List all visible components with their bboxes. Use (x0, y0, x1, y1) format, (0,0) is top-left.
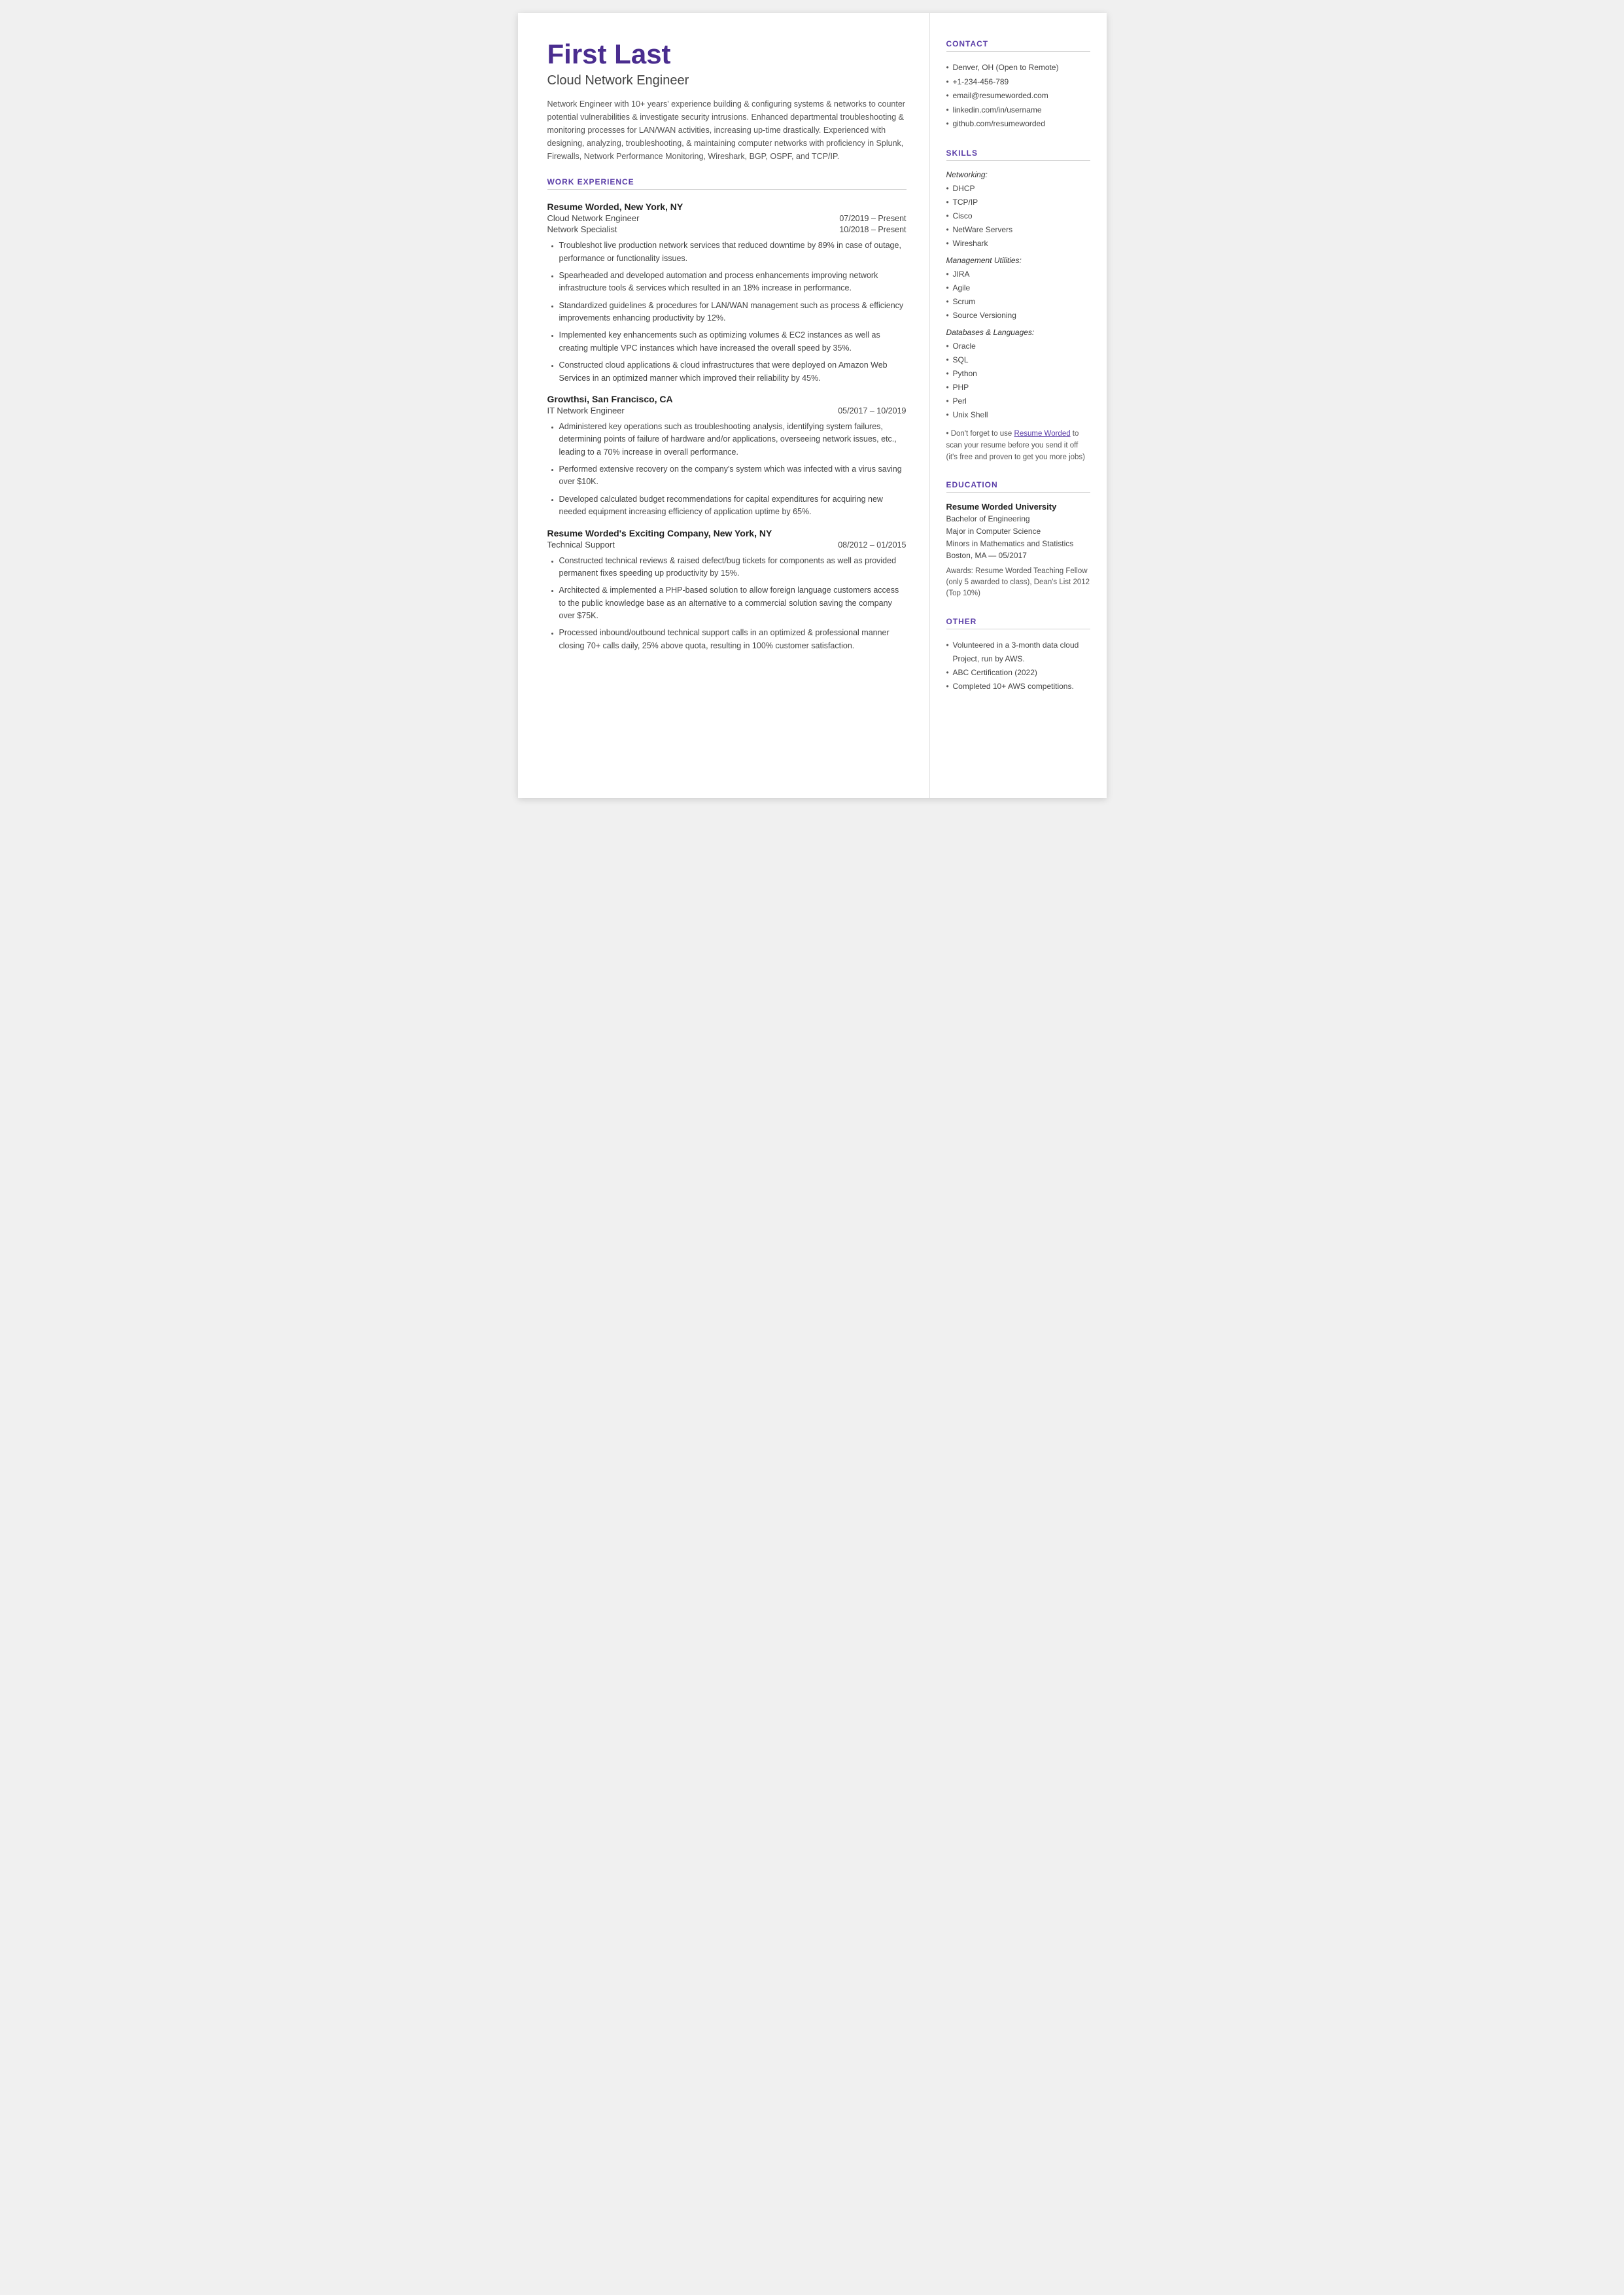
skill-unix-shell: Unix Shell (946, 408, 1090, 422)
bullet-1-5: Constructed cloud applications & cloud i… (559, 359, 907, 385)
networking-skills: DHCP TCP/IP Cisco NetWare Servers Wiresh… (946, 182, 1090, 251)
skills-section: SKILLS Networking: DHCP TCP/IP Cisco Net… (946, 149, 1090, 463)
edu-location-dates: Boston, MA — 05/2017 (946, 551, 1027, 560)
other-list: Volunteered in a 3-month data cloud Proj… (946, 639, 1090, 693)
skill-wireshark: Wireshark (946, 237, 1090, 251)
role-dates-1a: 07/2019 – Present (839, 214, 906, 223)
role-row-2a: IT Network Engineer 05/2017 – 10/2019 (547, 406, 907, 415)
bullet-1-1: Troubleshot live production network serv… (559, 239, 907, 265)
bullet-1-3: Standardized guidelines & procedures for… (559, 300, 907, 325)
role-row-3a: Technical Support 08/2012 – 01/2015 (547, 540, 907, 550)
skill-dhcp: DHCP (946, 182, 1090, 196)
role-title-1b: Network Specialist (547, 224, 617, 234)
role-row-1b: Network Specialist 10/2018 – Present (547, 224, 907, 234)
bullet-2-1: Administered key operations such as trou… (559, 421, 907, 459)
contact-email: email@resumeworded.com (946, 89, 1090, 103)
contact-location: Denver, OH (Open to Remote) (946, 61, 1090, 75)
job-title: Cloud Network Engineer (547, 73, 907, 88)
bullet-3-1: Constructed technical reviews & raised d… (559, 555, 907, 580)
contact-github: github.com/resumeworded (946, 117, 1090, 131)
edu-school-name: Resume Worded University (946, 502, 1090, 512)
other-section: OTHER Volunteered in a 3-month data clou… (946, 617, 1090, 693)
skill-cat-management: Management Utilities: (946, 256, 1090, 265)
candidate-name: First Last (547, 39, 907, 69)
skills-header: SKILLS (946, 149, 1090, 161)
role-row-1a: Cloud Network Engineer 07/2019 – Present (547, 213, 907, 223)
sidebar-column: CONTACT Denver, OH (Open to Remote) +1-2… (930, 13, 1107, 798)
bullet-3-2: Architected & implemented a PHP-based so… (559, 584, 907, 622)
company-3-name: Resume Worded's Exciting Company, New Yo… (547, 528, 907, 538)
role-dates-1b: 10/2018 – Present (839, 225, 906, 234)
role-title-1a: Cloud Network Engineer (547, 213, 640, 223)
contact-header: CONTACT (946, 39, 1090, 52)
skill-jira: JIRA (946, 268, 1090, 281)
edu-degree: Bachelor of Engineering Major in Compute… (946, 513, 1090, 561)
other-header: OTHER (946, 617, 1090, 629)
skill-netware: NetWare Servers (946, 223, 1090, 237)
bullet-3-3: Processed inbound/outbound technical sup… (559, 627, 907, 652)
education-section: EDUCATION Resume Worded University Bache… (946, 480, 1090, 599)
edu-degree-text: Bachelor of Engineering (946, 514, 1030, 523)
summary-text: Network Engineer with 10+ years' experie… (547, 97, 907, 163)
role-dates-3a: 08/2012 – 01/2015 (838, 540, 906, 550)
company-2-name: Growthsi, San Francisco, CA (547, 394, 907, 404)
education-header: EDUCATION (946, 480, 1090, 493)
skill-cisco: Cisco (946, 209, 1090, 223)
bullets-company-1: Troubleshot live production network serv… (559, 239, 907, 385)
skill-cat-databases: Databases & Languages: (946, 328, 1090, 337)
resume-worded-link[interactable]: Resume Worded (1014, 430, 1071, 438)
work-experience-header: WORK EXPERIENCE (547, 177, 907, 190)
skill-python: Python (946, 367, 1090, 381)
skill-cat-networking: Networking: (946, 170, 1090, 179)
role-title-2a: IT Network Engineer (547, 406, 625, 415)
other-item-3: Completed 10+ AWS competitions. (946, 680, 1090, 693)
skill-perl: Perl (946, 394, 1090, 408)
role-title-3a: Technical Support (547, 540, 615, 550)
other-item-1: Volunteered in a 3-month data cloud Proj… (946, 639, 1090, 666)
skill-oracle: Oracle (946, 340, 1090, 353)
management-skills: JIRA Agile Scrum Source Versioning (946, 268, 1090, 323)
skill-source-versioning: Source Versioning (946, 309, 1090, 323)
role-dates-2a: 05/2017 – 10/2019 (838, 406, 906, 415)
skill-scrum: Scrum (946, 295, 1090, 309)
edu-minors: Minors in Mathematics and Statistics (946, 539, 1074, 548)
bullet-2-2: Performed extensive recovery on the comp… (559, 463, 907, 489)
bullet-1-2: Spearheaded and developed automation and… (559, 270, 907, 295)
skill-agile: Agile (946, 281, 1090, 295)
bullets-company-3: Constructed technical reviews & raised d… (559, 555, 907, 653)
promo-text: • Don't forget to use Resume Worded to s… (946, 429, 1090, 463)
bullet-1-4: Implemented key enhancements such as opt… (559, 329, 907, 355)
work-experience-section: Resume Worded, New York, NY Cloud Networ… (547, 201, 907, 652)
contact-linkedin: linkedin.com/in/username (946, 103, 1090, 118)
skill-tcpip: TCP/IP (946, 196, 1090, 209)
contact-section: CONTACT Denver, OH (Open to Remote) +1-2… (946, 39, 1090, 131)
skill-php: PHP (946, 381, 1090, 394)
contact-list: Denver, OH (Open to Remote) +1-234-456-7… (946, 61, 1090, 131)
edu-major: Major in Computer Science (946, 527, 1041, 536)
edu-awards: Awards: Resume Worded Teaching Fellow (o… (946, 566, 1090, 600)
skill-sql: SQL (946, 353, 1090, 367)
bullet-2-3: Developed calculated budget recommendati… (559, 493, 907, 519)
main-column: First Last Cloud Network Engineer Networ… (518, 13, 930, 798)
bullets-company-2: Administered key operations such as trou… (559, 421, 907, 519)
resume-page: First Last Cloud Network Engineer Networ… (518, 13, 1107, 798)
other-item-2: ABC Certification (2022) (946, 666, 1090, 680)
contact-phone: +1-234-456-789 (946, 75, 1090, 90)
database-skills: Oracle SQL Python PHP Perl Unix Shell (946, 340, 1090, 422)
company-1-name: Resume Worded, New York, NY (547, 201, 907, 212)
